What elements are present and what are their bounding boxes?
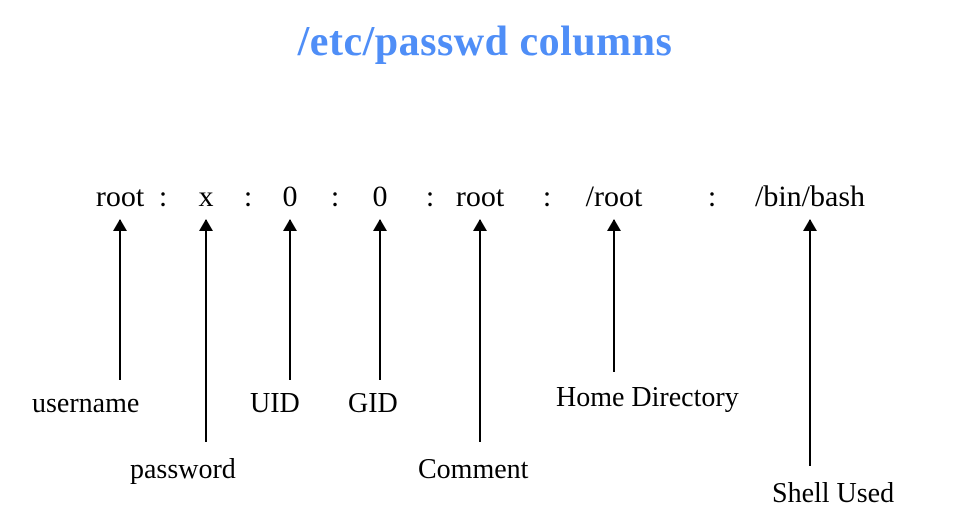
passwd-field: 0 xyxy=(365,180,396,214)
field-separator: : xyxy=(145,180,181,214)
field-separator: : xyxy=(694,180,730,214)
field-label: username xyxy=(32,388,139,420)
annotation-arrow xyxy=(613,220,615,372)
passwd-field: /root xyxy=(578,180,651,214)
passwd-field: 0 xyxy=(275,180,306,214)
annotation-arrow xyxy=(205,220,207,442)
field-label: UID xyxy=(250,388,300,420)
field-label: GID xyxy=(348,388,398,420)
passwd-field: root xyxy=(448,180,512,214)
diagram-canvas: /etc/passwd columns root: username x: passw… xyxy=(0,0,970,524)
field-separator: : xyxy=(529,180,565,214)
annotation-arrow xyxy=(479,220,481,442)
field-label: Shell Used xyxy=(772,478,894,510)
field-separator: : xyxy=(412,180,448,214)
field-label: password xyxy=(130,454,236,486)
field-label: Comment xyxy=(418,454,528,486)
annotation-arrow xyxy=(379,220,381,380)
passwd-field: x xyxy=(191,180,222,214)
field-separator: : xyxy=(230,180,266,214)
field-separator: : xyxy=(317,180,353,214)
passwd-field: /bin/bash xyxy=(747,180,873,214)
annotation-arrow xyxy=(289,220,291,380)
annotation-arrow xyxy=(119,220,121,380)
annotation-arrow xyxy=(809,220,811,466)
passwd-field: root xyxy=(88,180,152,214)
diagram-title: /etc/passwd columns xyxy=(0,18,970,66)
field-label: Home Directory xyxy=(556,382,739,414)
